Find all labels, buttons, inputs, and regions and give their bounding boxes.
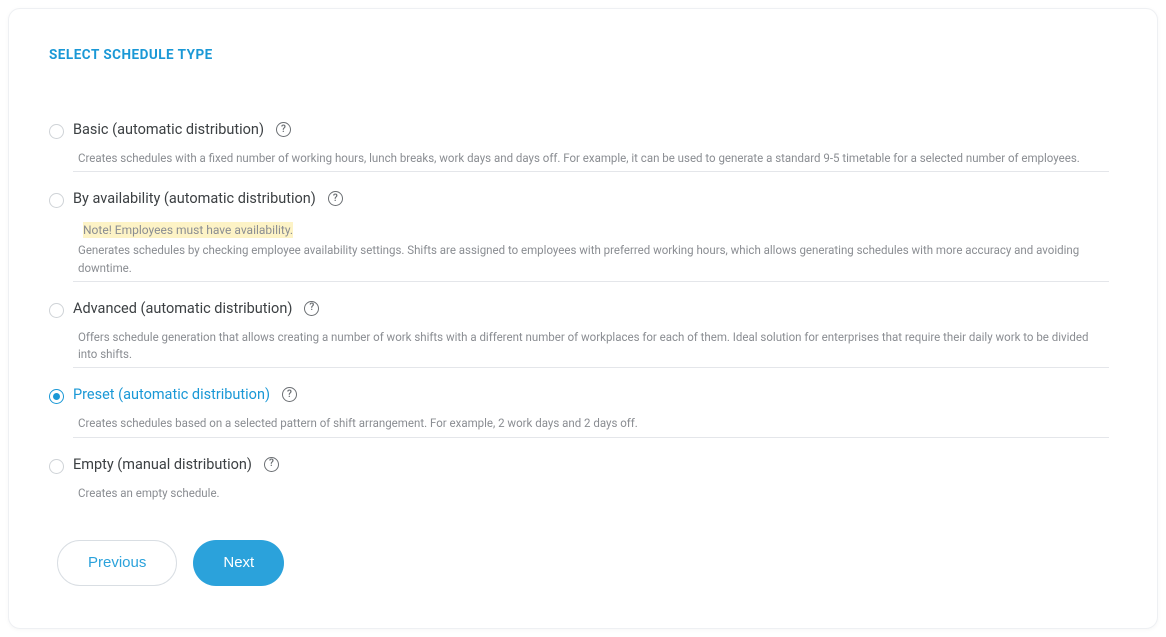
option-by-availability: By availability (automatic distribution)… bbox=[49, 190, 1109, 282]
option-label[interactable]: Advanced (automatic distribution) bbox=[73, 300, 292, 317]
radio-basic[interactable] bbox=[49, 124, 64, 139]
schedule-type-options: Basic (automatic distribution) ? Creates… bbox=[49, 121, 1109, 506]
option-label[interactable]: By availability (automatic distribution) bbox=[73, 190, 316, 207]
page-title: SELECT SCHEDULE TYPE bbox=[49, 47, 1109, 63]
help-icon[interactable]: ? bbox=[282, 387, 297, 402]
option-description: Generates schedules by checking employee… bbox=[78, 242, 1109, 277]
help-icon[interactable]: ? bbox=[276, 122, 291, 137]
option-basic: Basic (automatic distribution) ? Creates… bbox=[49, 121, 1109, 172]
option-description: Creates an empty schedule. bbox=[78, 485, 1109, 502]
help-icon[interactable]: ? bbox=[304, 301, 319, 316]
schedule-type-card: SELECT SCHEDULE TYPE Basic (automatic di… bbox=[8, 8, 1158, 629]
wizard-actions: Previous Next bbox=[57, 540, 1109, 586]
option-note: Note! Employees must have availability. bbox=[83, 222, 293, 238]
radio-by-availability[interactable] bbox=[49, 193, 64, 208]
previous-button[interactable]: Previous bbox=[57, 540, 177, 586]
option-label[interactable]: Basic (automatic distribution) bbox=[73, 121, 264, 138]
option-description: Creates schedules based on a selected pa… bbox=[78, 415, 1109, 432]
radio-advanced[interactable] bbox=[49, 303, 64, 318]
next-button[interactable]: Next bbox=[193, 540, 284, 586]
option-description: Offers schedule generation that allows c… bbox=[78, 329, 1109, 364]
option-label[interactable]: Preset (automatic distribution) bbox=[73, 386, 270, 403]
help-icon[interactable]: ? bbox=[328, 191, 343, 206]
option-advanced: Advanced (automatic distribution) ? Offe… bbox=[49, 300, 1109, 369]
radio-empty[interactable] bbox=[49, 459, 64, 474]
option-description: Creates schedules with a fixed number of… bbox=[78, 150, 1109, 167]
option-preset: Preset (automatic distribution) ? Create… bbox=[49, 386, 1109, 437]
help-icon[interactable]: ? bbox=[264, 457, 279, 472]
option-empty: Empty (manual distribution) ? Creates an… bbox=[49, 456, 1109, 506]
option-label[interactable]: Empty (manual distribution) bbox=[73, 456, 252, 473]
radio-preset[interactable] bbox=[49, 389, 64, 404]
